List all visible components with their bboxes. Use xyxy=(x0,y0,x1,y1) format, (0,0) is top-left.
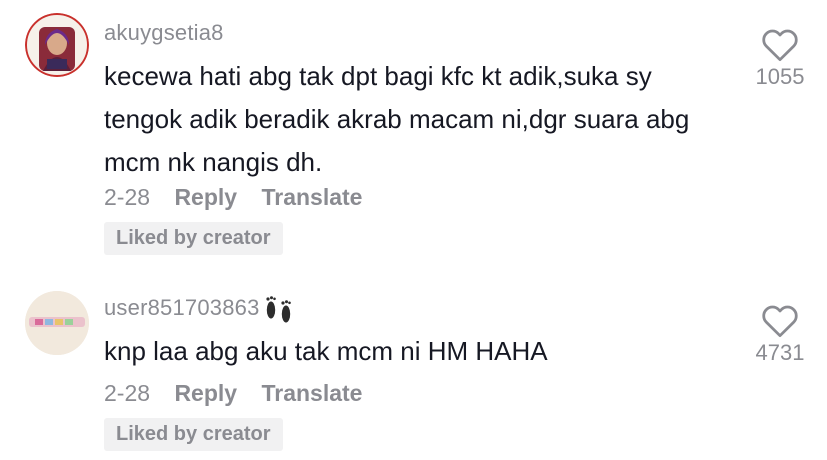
reply-button[interactable]: Reply xyxy=(174,184,237,210)
liked-by-creator-badge: Liked by creator xyxy=(104,418,283,451)
like-control[interactable]: 4731 xyxy=(745,304,815,366)
translate-button[interactable]: Translate xyxy=(261,184,362,210)
translate-button[interactable]: Translate xyxy=(261,380,362,406)
avatar-image xyxy=(25,13,89,77)
reply-button[interactable]: Reply xyxy=(174,380,237,406)
comment-meta: 2-28 Reply Translate xyxy=(104,380,380,407)
avatar[interactable] xyxy=(25,291,89,355)
comment-meta: 2-28 Reply Translate xyxy=(104,184,380,211)
like-control[interactable]: 1055 xyxy=(745,28,815,90)
comment-text: kecewa hati abg tak dpt bagi kfc kt adik… xyxy=(104,61,690,177)
comment-text: knp laa abg aku tak mcm ni HM HAHA xyxy=(104,336,548,366)
heart-outline-icon[interactable] xyxy=(761,28,799,62)
comment-date: 2-28 xyxy=(104,184,151,210)
avatar-image xyxy=(25,291,89,355)
like-count: 4731 xyxy=(755,340,805,365)
comment-date: 2-28 xyxy=(104,380,151,406)
username-text: user851703863 xyxy=(104,294,260,320)
liked-by-creator-badge: Liked by creator xyxy=(104,222,283,255)
footprints-icon xyxy=(265,296,291,323)
avatar[interactable] xyxy=(25,13,89,77)
heart-outline-icon[interactable] xyxy=(761,304,799,338)
comment-username[interactable]: akuygsetia8 xyxy=(104,20,224,46)
comment-username[interactable]: user851703863 xyxy=(104,294,296,324)
like-count: 1055 xyxy=(755,64,805,89)
